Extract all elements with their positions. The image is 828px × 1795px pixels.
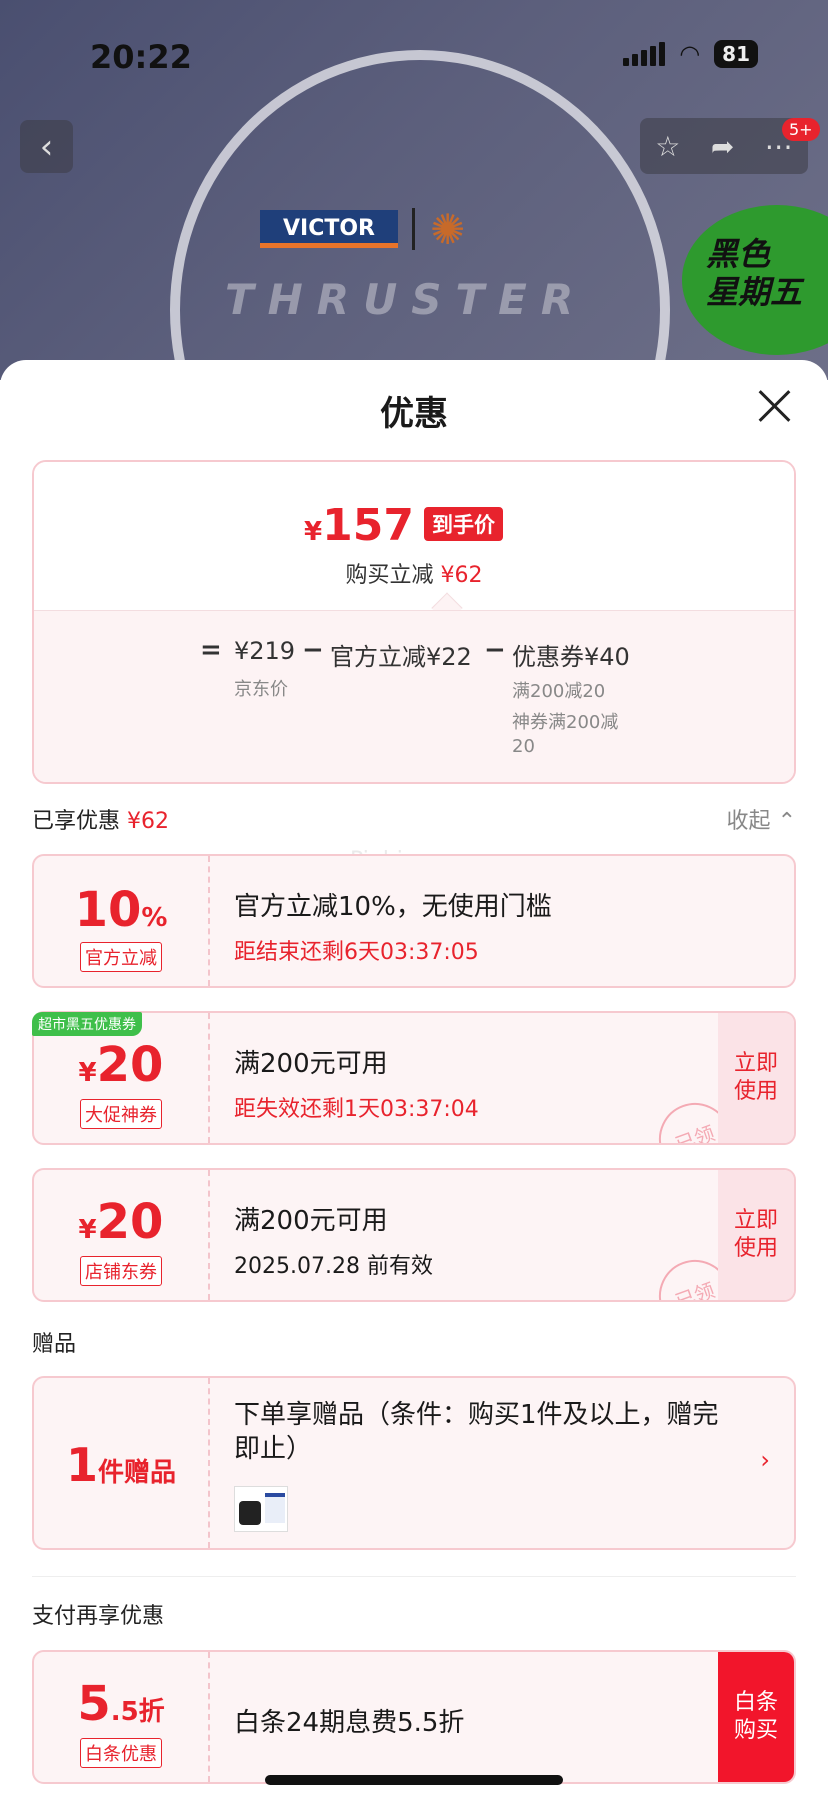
coupon-event-tag: 超市黑五优惠券 [32,1012,142,1036]
logo-separator [412,208,415,250]
coupon-card: 10% 官方立减 官方立减10%，无使用门槛 距结束还剩6天03:37:05 [32,854,796,988]
coupon-expiry: 2025.07.28 前有效 [234,1254,433,1279]
use-now-button[interactable]: 立即 使用 [718,1170,794,1300]
coupon-title: 满200元可用 [234,1206,388,1236]
pay-offer-label: 白条优惠 [80,1738,162,1768]
status-bar-right: ◠ 81 [623,40,758,68]
coupon-countdown: 距失效还剩1天03:37:04 [234,1097,479,1122]
coupon-discount: 优惠券¥40 [512,643,630,671]
official-discount: 官方立减¥22 [330,643,472,671]
star-icon[interactable]: ☆ [655,130,680,163]
coupon-card: ¥20 大促神券 满200元可用 距失效还剩1天03:37:04 已领 立即 使… [32,1011,796,1145]
coupon-note: 神券满200减 20 [512,712,619,757]
equals-sign: = [200,635,222,665]
gift-card[interactable]: 1件赠品 下单享赠品（条件：购买1件及以上，赠完即止） › [32,1376,796,1550]
back-button[interactable]: ‹ [20,120,73,173]
promo-badge: 黑色 星期五 [682,205,828,355]
battery-icon: 81 [714,40,758,68]
pay-offer-value: 5.5折 [77,1676,165,1732]
chevron-left-icon: ‹ [39,126,54,167]
price-formula: = ¥219 京东价 − 官方立减¥22 − 优惠券¥40 满200减20 神券… [34,610,794,782]
minus-sign: − [484,635,506,665]
gift-thumbnail [234,1486,288,1532]
pay-offer-card: 5.5折 白条优惠 白条24期息费5.5折 白条 购买 [32,1650,796,1784]
coupon-note: 满200减20 [512,681,606,702]
enjoyed-header: 已享优惠 ¥62 [32,809,170,834]
jd-price: ¥219 [234,637,296,665]
use-now-button[interactable]: 立即 使用 [718,1013,794,1143]
coupon-value: ¥20 [78,1037,164,1093]
gift-title: 下单享赠品（条件：购买1件及以上，赠完即止） [234,1400,719,1464]
minus-sign: − [302,635,324,665]
gift-count: 1件赠品 [65,1438,177,1492]
product-banner: 20:22 ◠ 81 ‹ ☆ ➦ ⋯ 5+ VICTOR ✺ THRUSTER … [0,0,828,380]
baitiao-buy-button[interactable]: 白条 购买 [718,1652,794,1782]
pay-offer-title: 白条24期息费5.5折 [234,1708,465,1738]
coupon-title: 官方立减10%，无使用门槛 [234,892,552,922]
jd-price-label: 京东价 [234,679,288,700]
coupon-card: ¥20 店铺东券 满200元可用 2025.07.28 前有效 已领 立即 使用 [32,1168,796,1302]
discount-total: 购买立减 ¥62 [345,563,483,588]
racket-image [170,50,670,380]
gift-header: 赠品 [32,1332,77,1357]
chevron-up-icon: ⌃ [777,809,796,834]
discount-sheet: 优惠 ¥ 157 到手价 购买立减 ¥62 = ¥219 京东价 − 官方立减¥… [0,360,828,1795]
coupon-type-label: 官方立减 [80,942,162,972]
series-text: THRUSTER [225,275,588,324]
flame-icon: ✺ [430,205,466,254]
price-summary-card: ¥ 157 到手价 购买立减 ¥62 = ¥219 京东价 − 官方立减¥22 … [32,460,796,784]
pay-header: 支付再享优惠 [32,1604,165,1629]
coupon-type-label: 店铺东券 [80,1256,162,1286]
collapse-button[interactable]: 收起 ⌃ [727,803,796,835]
chevron-right-icon: › [760,1446,770,1474]
message-badge: 5+ [782,118,820,141]
final-price-tag: 到手价 [423,507,503,541]
coupon-value: ¥20 [78,1194,164,1250]
coupon-type-label: 大促神券 [80,1099,162,1129]
wifi-icon: ◠ [679,40,701,68]
signal-icon [623,42,666,66]
home-indicator [265,1775,563,1785]
coupon-countdown: 距结束还剩6天03:37:05 [234,940,479,965]
final-price: ¥ 157 到手价 [304,500,503,551]
share-icon[interactable]: ➦ [711,130,734,163]
status-time: 20:22 [90,38,192,76]
coupon-value: 10% [74,882,168,938]
sheet-title: 优惠 [380,394,448,434]
divider [32,1576,796,1577]
brand-logo: VICTOR [260,210,398,248]
close-icon[interactable] [756,388,792,424]
coupon-title: 满200元可用 [234,1049,388,1079]
